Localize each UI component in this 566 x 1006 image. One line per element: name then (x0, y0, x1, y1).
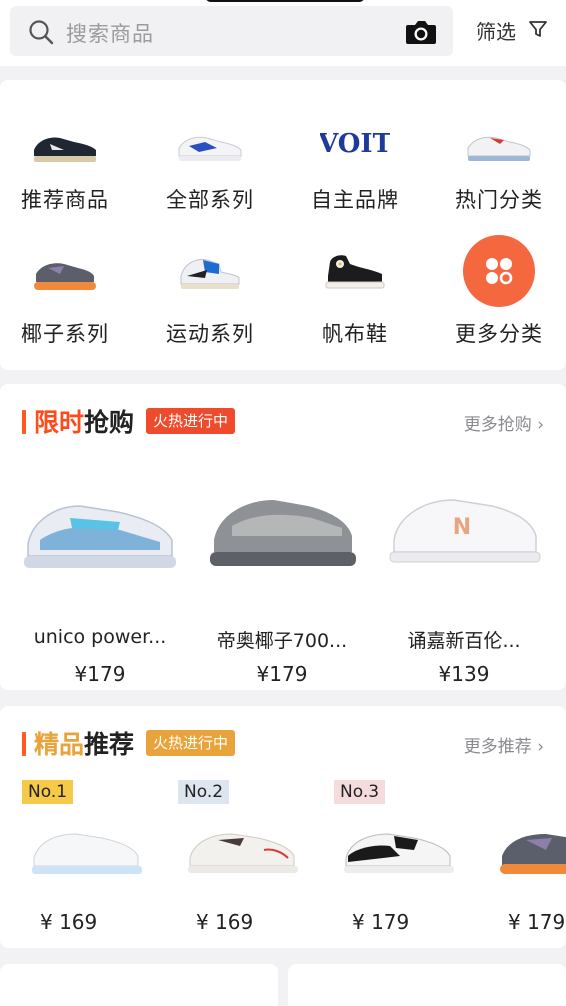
section-title: 精品推荐 (34, 730, 135, 759)
recommend-product-card[interactable]: No.1 ¥ 169 (22, 780, 162, 940)
product-name: 帝奥椰子700... (216, 630, 348, 652)
rank-badge: No.1 (22, 780, 74, 804)
category-item-recommended[interactable]: 推荐商品 (0, 80, 130, 220)
filter-button[interactable]: 筛选 (476, 16, 516, 45)
recommend-product-card[interactable]: No.2 ¥ 169 (178, 780, 318, 940)
product-price: ¥ 169 (196, 910, 254, 934)
category-label: 椰子系列 (21, 322, 109, 346)
flash-product-card[interactable]: N 诵嘉新百伦... ¥139 (374, 470, 554, 710)
section-accent-bar (22, 732, 26, 756)
flash-sale-header: 限时抢购 火热进行中 (22, 406, 322, 440)
product-name: unico power... (33, 626, 167, 648)
product-card-partial[interactable] (288, 964, 566, 1006)
sneaker-grey-image (210, 500, 356, 566)
sneaker-white-icy-image (32, 833, 142, 874)
recommend-product-card[interactable]: ¥ 179 (490, 780, 566, 940)
category-item-yeezy[interactable]: 椰子系列 (0, 220, 130, 360)
rank-badge: No.2 (178, 780, 230, 804)
more-categories-icon (463, 235, 535, 307)
flash-sale-section: 限时抢购 火热进行中 更多抢购 › unico power... ¥179 帝奥… (0, 384, 566, 690)
product-price: ¥ 179 (352, 910, 410, 934)
category-item-all-series[interactable]: 全部系列 (145, 80, 275, 220)
sneaker-white-image: N (389, 499, 541, 563)
search-bar[interactable]: 搜索商品 (10, 6, 453, 56)
camera-icon[interactable] (405, 18, 437, 46)
hot-badge: 火热进行中 (146, 730, 236, 756)
category-grid: 推荐商品 全部系列 VOIT 自主品牌 热门分类 椰子系列 运动系列 帆布鞋 更… (0, 80, 566, 370)
sneaker-grey-orange-image (500, 834, 566, 874)
sneaker-black-white-image (344, 833, 454, 873)
svg-text:VOIT: VOIT (320, 129, 390, 159)
rank-badge: No.3 (334, 780, 386, 804)
product-price: ¥179 (74, 662, 126, 686)
product-price: ¥139 (438, 662, 490, 686)
filter-icon[interactable] (528, 19, 548, 39)
recommend-product-card[interactable]: No.3 ¥ 179 (334, 780, 474, 940)
search-placeholder: 搜索商品 (66, 22, 154, 46)
device-notch (205, 0, 365, 2)
voit-logo-icon: VOIT (320, 129, 390, 159)
sneaker-white-red-image (188, 833, 298, 873)
category-label: 热门分类 (455, 188, 543, 212)
section-accent-bar (22, 410, 26, 434)
section-title: 限时抢购 (34, 408, 135, 437)
category-label: 更多分类 (455, 322, 543, 346)
category-label: 运动系列 (166, 322, 254, 346)
more-recommend-link[interactable]: 更多推荐 › (464, 732, 544, 757)
flash-product-card[interactable]: unico power... ¥179 (10, 470, 190, 710)
sneaker-white-blue-icon (178, 136, 242, 161)
recommend-section: 精品推荐 火热进行中 更多推荐 › No.1 ¥ 169 No.2 ¥ 169 … (0, 706, 566, 948)
product-price: ¥ 179 (508, 910, 566, 934)
svg-text:N: N (453, 515, 471, 540)
category-item-sport[interactable]: 运动系列 (145, 220, 275, 360)
canvas-shoe-black-icon (325, 255, 385, 289)
sneaker-grey-orange-icon (34, 263, 96, 290)
category-item-more[interactable]: 更多分类 (434, 220, 564, 360)
sneaker-blue-white-icon (180, 259, 240, 289)
category-item-hot[interactable]: 热门分类 (434, 80, 564, 220)
chevron-right-icon: › (537, 415, 544, 435)
chevron-right-icon: › (537, 737, 544, 757)
flash-product-card[interactable]: 帝奥椰子700... ¥179 (192, 470, 372, 710)
sneaker-black-white-icon (34, 137, 96, 162)
category-label: 全部系列 (166, 188, 254, 212)
category-label: 推荐商品 (21, 188, 109, 212)
more-flash-sale-link[interactable]: 更多抢购 › (464, 410, 544, 435)
top-bar: 搜索商品 筛选 (0, 0, 566, 66)
recommend-header: 精品推荐 火热进行中 (22, 728, 322, 762)
product-price: ¥179 (256, 662, 308, 686)
category-label: 自主品牌 (311, 188, 399, 212)
category-item-canvas[interactable]: 帆布鞋 (290, 220, 420, 360)
category-item-own-brand[interactable]: VOIT 自主品牌 (290, 80, 420, 220)
product-card-partial[interactable] (0, 964, 278, 1006)
search-icon (29, 20, 54, 45)
sneaker-blue-white-image (24, 505, 176, 568)
product-price: ¥ 169 (40, 910, 98, 934)
sneaker-white-red-icon (467, 136, 531, 161)
category-label: 帆布鞋 (322, 322, 388, 346)
hot-badge: 火热进行中 (146, 408, 236, 434)
product-name: 诵嘉新百伦... (407, 630, 521, 652)
